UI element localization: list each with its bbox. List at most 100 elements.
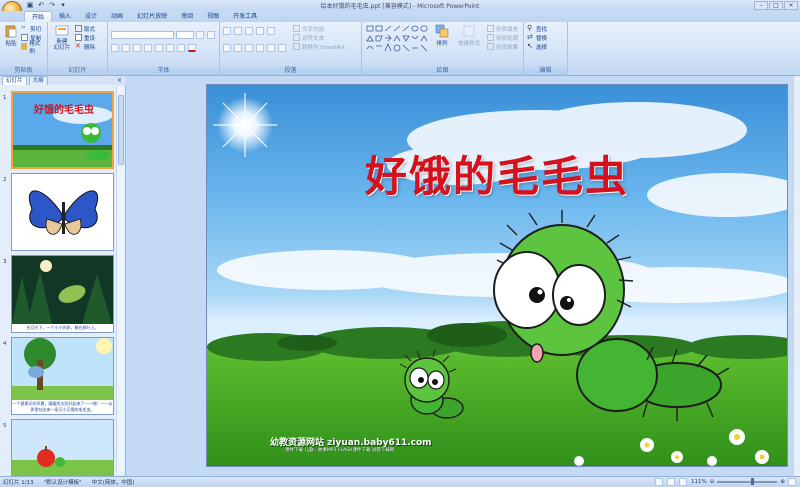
tab-slides-panel[interactable]: 幻灯片 [2, 75, 27, 86]
zoom-slider[interactable] [717, 478, 778, 485]
find-button[interactable]: ⚲ 查找 [527, 24, 564, 33]
thumb-3-caption: 在月光下，一个小小的卵，躺在树叶上。 [26, 325, 99, 330]
arrange-button[interactable]: 排列 [433, 24, 451, 54]
text-direction-icon [293, 25, 300, 32]
bullets-icon[interactable] [223, 26, 231, 35]
align-center-icon[interactable] [234, 43, 242, 52]
tab-design[interactable]: 设计 [78, 11, 104, 22]
tab-animations[interactable]: 动画 [104, 11, 130, 22]
shadow-icon[interactable] [155, 43, 163, 52]
align-right-icon[interactable] [245, 43, 253, 52]
group-editing: ⚲ 查找 ⇄ 替换 ↖ 选择 编辑 [524, 22, 568, 76]
reset-button[interactable]: 重设 [75, 33, 95, 42]
group-drawing: 排列 快速样式 形状填充 形状轮廓 形状效果 绘图 [362, 22, 524, 76]
sorter-view-icon[interactable] [667, 478, 676, 486]
new-slide-button[interactable]: 新建 幻灯片 [51, 24, 73, 51]
fit-window-icon[interactable] [788, 478, 796, 486]
strikethrough-icon[interactable] [144, 43, 152, 52]
main-slide[interactable]: 好饿的毛毛虫 幼教资源网站 ziyuan.baby611.com 课件下载 儿歌… [206, 84, 788, 467]
cut-button[interactable]: ✂ 剪切 [21, 24, 44, 33]
numbering-icon[interactable] [234, 26, 242, 35]
tab-outline-panel[interactable]: 大纲 [28, 75, 48, 86]
minimize-button[interactable]: – [754, 1, 768, 10]
group-label-slides: 幻灯片 [48, 66, 107, 75]
tab-slideshow[interactable]: 幻灯片放映 [130, 11, 174, 22]
thumbnail-scrollbar[interactable] [116, 87, 124, 472]
bold-icon[interactable] [111, 43, 119, 52]
align-text-icon [293, 34, 300, 41]
slide-thumbnail-1[interactable]: 好饿的毛毛虫 [11, 91, 114, 169]
group-slides: 新建 幻灯片 版式 重设 ✕ 删除 幻灯片 [48, 22, 108, 76]
layout-button[interactable]: 版式 [75, 24, 95, 33]
svg-text:好饿的毛毛虫: 好饿的毛毛虫 [33, 103, 94, 116]
text-direction-button[interactable]: 文字方向 [293, 24, 345, 33]
status-theme[interactable]: "默认设计模板" [44, 478, 82, 486]
zoom-in-icon[interactable]: ⊕ [780, 479, 785, 485]
zoom-level[interactable]: 111% [691, 479, 707, 485]
group-label-editing: 编辑 [524, 66, 567, 75]
thumb-5-art [12, 420, 113, 476]
shape-fill-button[interactable]: 形状填充 [487, 24, 518, 33]
smartart-icon [293, 43, 300, 50]
close-button[interactable]: × [784, 1, 798, 10]
slideshow-view-icon[interactable] [679, 478, 688, 486]
zoom-slider-thumb[interactable] [751, 478, 755, 485]
line-spacing-icon[interactable] [267, 26, 275, 35]
tab-home[interactable]: 开始 [24, 11, 53, 22]
increase-indent-icon[interactable] [256, 26, 264, 35]
font-color-icon[interactable] [188, 43, 196, 52]
distribute-icon[interactable] [267, 43, 275, 52]
slide-title[interactable]: 好饿的毛毛虫 [207, 143, 787, 204]
tab-review[interactable]: 审阅 [174, 11, 200, 22]
font-size-combo[interactable] [176, 30, 195, 39]
binoculars-icon: ⚲ [527, 24, 533, 32]
delete-slide-button[interactable]: ✕ 删除 [75, 42, 95, 51]
replace-button[interactable]: ⇄ 替换 [527, 33, 564, 42]
zoom-out-icon[interactable]: ⊖ [710, 479, 715, 485]
editor-scrollbar[interactable] [793, 76, 800, 476]
slide-thumbnail-4[interactable]: 一个星期天的早晨，暖暖的太阳升起来了——啪！——从卵里钻出来一条又小又饿的毛毛虫… [11, 337, 114, 415]
reset-icon [75, 34, 82, 41]
format-painter-button[interactable]: 格式刷 [21, 41, 44, 55]
slide-thumbnail-2[interactable] [11, 173, 114, 251]
title-bar: ▣ ↶ ↷ ▾ 绘本好饿的毛毛虫.ppt [兼容模式] - Microsoft … [0, 0, 800, 11]
thumb-2-art [12, 174, 113, 250]
tab-developer[interactable]: 开发工具 [226, 11, 264, 22]
slide-thumbnail-3[interactable]: 在月光下，一个小小的卵，躺在树叶上。 [11, 255, 114, 333]
group-label-clipboard: 剪贴板 [0, 66, 47, 75]
status-language[interactable]: 中文(简体，中国) [92, 478, 135, 486]
normal-view-icon[interactable] [655, 478, 664, 486]
shrink-font-icon[interactable] [207, 30, 216, 39]
tab-insert[interactable]: 插入 [52, 11, 78, 22]
shape-outline-button[interactable]: 形状轮廓 [487, 33, 518, 42]
grow-font-icon[interactable] [196, 30, 205, 39]
align-text-button[interactable]: 对齐文本 [293, 33, 345, 42]
shapes-gallery[interactable] [365, 24, 429, 54]
font-name-combo[interactable] [111, 30, 175, 39]
thumb-number: 2 [3, 177, 7, 183]
quick-styles-icon [463, 25, 475, 37]
paste-button[interactable]: 粘贴 [3, 24, 19, 51]
select-button[interactable]: ↖ 选择 [527, 42, 564, 51]
slide-thumbnail-5[interactable] [11, 419, 114, 476]
case-icon[interactable] [177, 43, 185, 52]
thumbnail-scroll-thumb[interactable] [118, 95, 124, 165]
align-left-icon[interactable] [223, 43, 231, 52]
justify-icon[interactable] [256, 43, 264, 52]
italic-icon[interactable] [122, 43, 130, 52]
smartart-button[interactable]: 转换为 SmartArt [293, 42, 345, 51]
layout-icon [75, 25, 82, 32]
shape-effects-button[interactable]: 形状效果 [487, 42, 518, 51]
decrease-indent-icon[interactable] [245, 26, 253, 35]
close-panel-icon[interactable]: × [117, 77, 122, 84]
underline-icon[interactable] [133, 43, 141, 52]
columns-icon[interactable] [278, 43, 286, 52]
quick-styles-button[interactable]: 快速样式 [457, 24, 481, 54]
pen-icon [487, 34, 494, 41]
spacing-icon[interactable] [166, 43, 174, 52]
brush-icon [21, 43, 28, 50]
fill-bucket-icon [487, 25, 494, 32]
maximize-button[interactable]: □ [769, 1, 783, 10]
site-subtitle: 课件下载 儿歌、故事MP3 FLASH课件下载 试卷下载网 [285, 448, 395, 453]
tab-view[interactable]: 视图 [200, 11, 226, 22]
